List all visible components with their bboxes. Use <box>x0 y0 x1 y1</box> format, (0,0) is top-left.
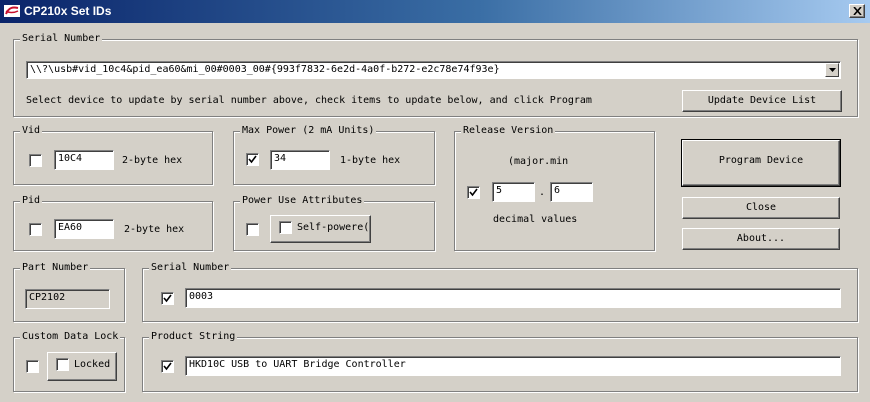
locked-label: Locked <box>74 359 111 370</box>
close-icon <box>853 7 862 15</box>
vid-input[interactable]: 10C4 <box>54 150 114 170</box>
vid-group: Vid 10C4 2-byte hex <box>13 125 213 185</box>
pid-group: Pid EA60 2-byte hex <box>13 195 213 251</box>
device-dropdown-button[interactable] <box>825 63 839 77</box>
part-number-group-label: Part Number <box>20 262 91 274</box>
release-version-hint: decimal values <box>493 214 578 225</box>
serial-number-group: Serial Number \\?\usb#vid_10c4&pid_ea60&… <box>13 33 858 117</box>
pid-hint: 2-byte hex <box>124 224 185 235</box>
power-use-group: Power Use Attributes Self-powere( <box>233 195 435 251</box>
max-power-group-label: Max Power (2 mA Units) <box>240 125 377 137</box>
serial-number-input[interactable]: 0003 <box>185 288 841 308</box>
pid-checkbox[interactable] <box>29 223 42 236</box>
release-version-group-label: Release Version <box>461 125 556 137</box>
device-path-value: \\?\usb#vid_10c4&pid_ea60&mi_00#0003_00#… <box>30 64 500 75</box>
update-device-list-button[interactable]: Update Device List <box>682 90 842 112</box>
program-device-button[interactable]: Program Device <box>681 139 841 187</box>
app-logo-icon <box>4 5 20 17</box>
power-use-group-label: Power Use Attributes <box>240 195 365 207</box>
checkmark-icon <box>469 188 478 197</box>
about-button[interactable]: About... <box>682 228 840 250</box>
pid-group-label: Pid <box>20 195 43 207</box>
chevron-down-icon <box>829 68 836 72</box>
vid-hint: 2-byte hex <box>122 155 183 166</box>
max-power-hint: 1-byte hex <box>340 155 401 166</box>
checkmark-icon <box>163 294 172 303</box>
release-version-checkbox[interactable] <box>467 186 480 199</box>
pid-input[interactable]: EA60 <box>54 219 114 239</box>
close-button[interactable]: Close <box>682 197 840 219</box>
product-string-checkbox[interactable] <box>161 360 174 373</box>
custom-lock-checkbox[interactable] <box>26 360 39 373</box>
self-powered-label: Self-powere( <box>297 222 370 233</box>
major-version-input[interactable]: 5 <box>492 182 535 202</box>
close-window-button[interactable] <box>849 4 865 18</box>
locked-toggle[interactable]: Locked <box>47 352 117 381</box>
custom-data-lock-group: Custom Data Lock Locked <box>13 331 125 392</box>
vid-group-label: Vid <box>20 125 43 137</box>
locked-checkbox[interactable] <box>56 358 69 371</box>
release-version-group: Release Version (major.min 5 . 6 decimal… <box>454 125 655 251</box>
checkmark-icon <box>248 155 257 164</box>
part-number-field: CP2102 <box>25 289 110 309</box>
product-string-input[interactable]: HKD10C USB to UART Bridge Controller <box>185 356 841 376</box>
product-string-group: Product String HKD10C USB to UART Bridge… <box>142 331 858 392</box>
part-number-group: Part Number CP2102 <box>13 262 125 322</box>
window-title: CP210x Set IDs <box>24 4 112 18</box>
title-bar[interactable]: CP210x Set IDs <box>0 0 870 23</box>
custom-data-lock-label: Custom Data Lock <box>20 331 121 343</box>
version-format-label: (major.min <box>508 156 569 167</box>
instructions-text: Select device to update by serial number… <box>26 95 592 106</box>
checkmark-icon <box>163 362 172 371</box>
minor-version-input[interactable]: 6 <box>550 182 593 202</box>
product-string-label: Product String <box>149 331 238 343</box>
version-separator: . <box>539 187 546 198</box>
device-select-combo[interactable]: \\?\usb#vid_10c4&pid_ea60&mi_00#0003_00#… <box>26 61 841 79</box>
serial-number-group-label: Serial Number <box>20 33 103 45</box>
serial-number-checkbox[interactable] <box>161 292 174 305</box>
serial-number-value-label: Serial Number <box>149 262 232 274</box>
vid-checkbox[interactable] <box>29 154 42 167</box>
self-powered-toggle[interactable]: Self-powere( <box>270 215 371 243</box>
max-power-group: Max Power (2 mA Units) 34 1-byte hex <box>233 125 435 185</box>
self-powered-checkbox[interactable] <box>279 221 292 234</box>
max-power-checkbox[interactable] <box>246 153 259 166</box>
max-power-input[interactable]: 34 <box>270 150 330 170</box>
set-ids-dialog: CP210x Set IDs Serial Number \\?\usb#vid… <box>0 0 870 402</box>
serial-number-value-group: Serial Number 0003 <box>142 262 858 322</box>
power-use-checkbox[interactable] <box>246 223 259 236</box>
